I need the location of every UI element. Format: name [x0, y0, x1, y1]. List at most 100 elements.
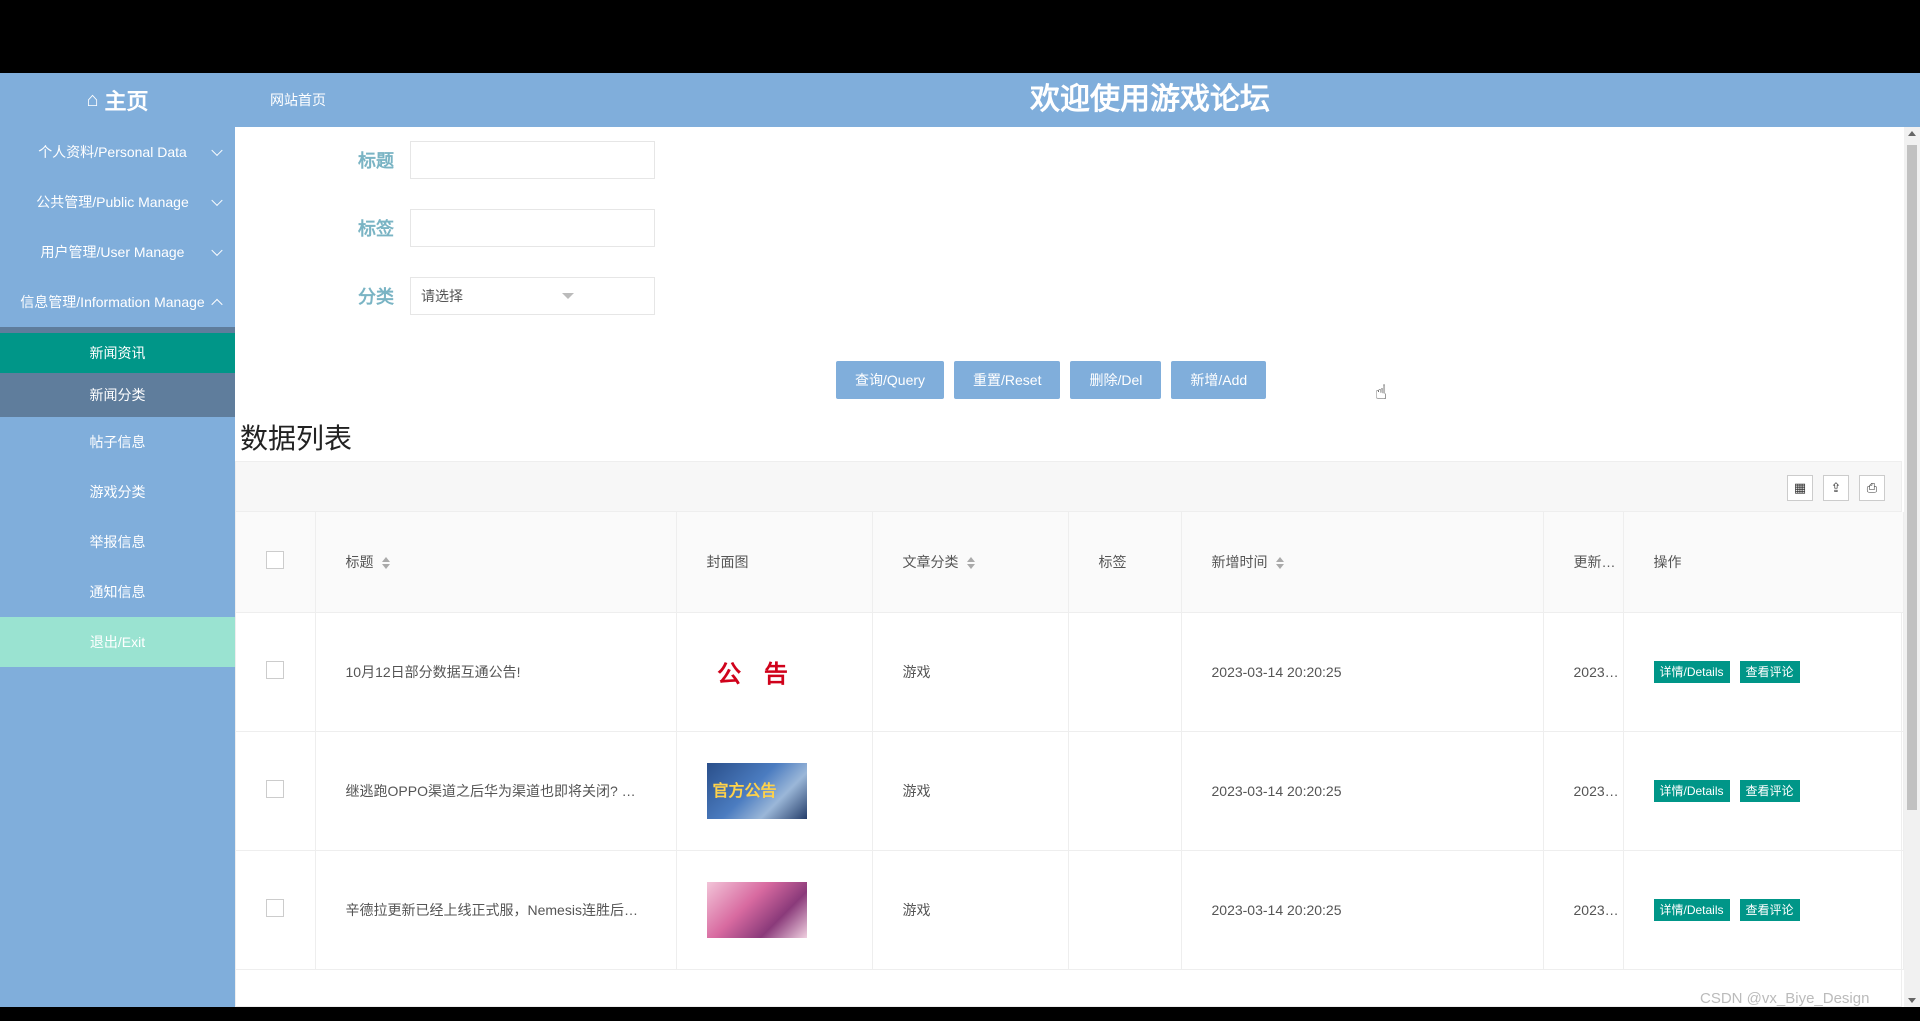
sidebar-group-information-manage[interactable]: 信息管理/Information Manage	[0, 277, 235, 327]
table-row: 辛德拉更新已经上线正式服，Nemesis连胜后… 游戏 2023-03-14 2…	[236, 850, 1904, 970]
table-body: 标题 封面图 文章分类 标签 新增时间 更新时间 操作 10月12日部分数据互通…	[236, 512, 1904, 970]
home-title[interactable]: ⌂ 主页	[0, 73, 235, 127]
table-toolbar: ▦ ⇪ ⎙	[236, 462, 1901, 512]
row-checkbox[interactable]	[266, 899, 284, 917]
row-category: 游戏	[872, 731, 1069, 851]
sort-icon[interactable]	[1275, 557, 1284, 570]
row-tag	[1068, 731, 1182, 851]
sort-icon[interactable]	[381, 557, 390, 570]
search-tag-label: 标签	[358, 219, 394, 239]
export-icon[interactable]: ⇪	[1823, 475, 1849, 501]
home-label: 主页	[104, 89, 149, 114]
details-button[interactable]: 详情/Details	[1653, 898, 1730, 921]
row-ops: 详情/Details 查看评论	[1623, 731, 1904, 851]
list-title: 数据列表	[240, 423, 353, 454]
table-row: 继逃跑OPPO渠道之后华为渠道也即将关闭? 官方公告 官方公告 游戏 2023-…	[236, 731, 1904, 851]
row-checkbox[interactable]	[266, 780, 284, 798]
chevron-up-icon	[211, 298, 223, 311]
header-created[interactable]: 新增时间	[1181, 512, 1544, 613]
bottom-black-bar	[0, 1007, 1920, 1021]
view-comments-button[interactable]: 查看评论	[1739, 660, 1800, 683]
sidebar-group-public-manage[interactable]: 公共管理/Public Manage	[0, 177, 235, 227]
row-updated: 2023-03	[1543, 850, 1624, 970]
search-tag-row: 标签	[235, 209, 655, 247]
app-header: ⌂ 主页 网站首页 欢迎使用游戏论坛	[0, 73, 1920, 127]
sidebar: 个人资料/Personal Data 公共管理/Public Manage 用户…	[0, 127, 235, 1007]
add-button[interactable]: 新增/Add	[1171, 361, 1267, 399]
row-tag	[1068, 850, 1182, 970]
sidebar-item-notifications[interactable]: 通知信息	[0, 567, 235, 617]
select-all-cell	[236, 512, 316, 613]
row-select-cell	[236, 850, 316, 970]
chevron-down-icon	[211, 194, 223, 207]
query-button[interactable]: 查询/Query	[836, 361, 945, 399]
sort-icon[interactable]	[966, 557, 975, 570]
header-ops: 操作	[1623, 512, 1904, 613]
cover-image: 公 告	[717, 661, 796, 688]
header-created-label: 新增时间	[1211, 553, 1268, 570]
sidebar-item-news[interactable]: 新闻资讯	[0, 333, 235, 373]
row-updated: 2023-03	[1543, 731, 1624, 851]
search-title-input[interactable]	[410, 141, 655, 179]
search-title-row: 标题	[235, 141, 655, 179]
sidebar-item-posts[interactable]: 帖子信息	[0, 417, 235, 467]
scroll-down-icon[interactable]	[1908, 998, 1916, 1003]
view-comments-button[interactable]: 查看评论	[1739, 898, 1800, 921]
table-row: 10月12日部分数据互通公告! 公 告 游戏 2023-03-14 20:20:…	[236, 612, 1904, 732]
select-all-checkbox[interactable]	[266, 551, 284, 570]
row-checkbox[interactable]	[266, 661, 284, 679]
header-cover: 封面图	[676, 512, 873, 613]
details-button[interactable]: 详情/Details	[1653, 660, 1730, 683]
category-placeholder: 请选择	[421, 288, 463, 304]
header-updated: 更新时间	[1543, 512, 1624, 613]
header-category[interactable]: 文章分类	[872, 512, 1069, 613]
reset-button[interactable]: 重置/Reset	[954, 361, 1061, 399]
sidebar-submenu: 新闻资讯 新闻分类 帖子信息 游戏分类 举报信息 通知信息	[0, 327, 235, 617]
cover-image: 官方公告	[706, 762, 807, 819]
sidebar-item-game-category[interactable]: 游戏分类	[0, 467, 235, 517]
sidebar-group-user-manage[interactable]: 用户管理/User Manage	[0, 227, 235, 277]
row-category: 游戏	[872, 612, 1069, 732]
sidebar-group-label: 公共管理/Public Manage	[36, 194, 189, 210]
row-title: 辛德拉更新已经上线正式服，Nemesis连胜后…	[315, 850, 677, 970]
sidebar-item-exit[interactable]: 退出/Exit	[0, 617, 235, 667]
sidebar-item-news-category[interactable]: 新闻分类	[0, 373, 235, 417]
search-title-label: 标题	[358, 151, 394, 171]
data-table: ▦ ⇪ ⎙ 标题 封面图 文章分类 标签 新增时间 更新时间 操作 10月12日…	[235, 461, 1904, 1007]
header-title[interactable]: 标题	[315, 512, 677, 613]
site-home-link[interactable]: 网站首页	[270, 73, 326, 127]
row-category: 游戏	[872, 850, 1069, 970]
caret-down-icon	[562, 293, 574, 299]
search-category-select[interactable]: 请选择	[410, 277, 655, 315]
search-tag-input[interactable]	[410, 209, 655, 247]
row-updated: 2023-03	[1543, 612, 1624, 732]
search-category-label: 分类	[358, 287, 394, 307]
row-tag	[1068, 612, 1182, 732]
row-cover	[676, 850, 873, 970]
home-icon: ⌂	[86, 88, 99, 111]
scrollbar-thumb[interactable]	[1907, 145, 1917, 810]
row-created: 2023-03-14 20:20:25	[1181, 731, 1544, 851]
row-select-cell	[236, 731, 316, 851]
vertical-scrollbar[interactable]	[1904, 127, 1920, 1007]
scroll-up-icon[interactable]	[1908, 131, 1916, 136]
print-icon[interactable]: ⎙	[1859, 475, 1885, 501]
sidebar-group-personal-data[interactable]: 个人资料/Personal Data	[0, 127, 235, 177]
delete-button[interactable]: 删除/Del	[1070, 361, 1162, 399]
table-header-row: 标题 封面图 文章分类 标签 新增时间 更新时间 操作	[236, 512, 1904, 613]
row-title: 10月12日部分数据互通公告!	[315, 612, 677, 732]
details-button[interactable]: 详情/Details	[1653, 779, 1730, 802]
main-content: 标题 标签 分类 请选择 查询/Query 重置/Reset 删除/Del 新增…	[235, 127, 1920, 1007]
row-created: 2023-03-14 20:20:25	[1181, 612, 1544, 732]
header-tag: 标签	[1068, 512, 1182, 613]
cover-image-text: 官方公告	[712, 782, 777, 800]
view-comments-button[interactable]: 查看评论	[1739, 779, 1800, 802]
action-buttons: 查询/Query 重置/Reset 删除/Del 新增/Add	[836, 361, 1267, 399]
header-title-label: 标题	[345, 553, 374, 570]
sidebar-group-label: 信息管理/Information Manage	[20, 294, 205, 310]
columns-icon[interactable]: ▦	[1787, 475, 1813, 501]
watermark: CSDN @vx_Biye_Design	[1700, 990, 1870, 1007]
sidebar-group-label: 个人资料/Personal Data	[38, 144, 187, 160]
sidebar-item-reports[interactable]: 举报信息	[0, 517, 235, 567]
header-category-label: 文章分类	[902, 553, 959, 570]
